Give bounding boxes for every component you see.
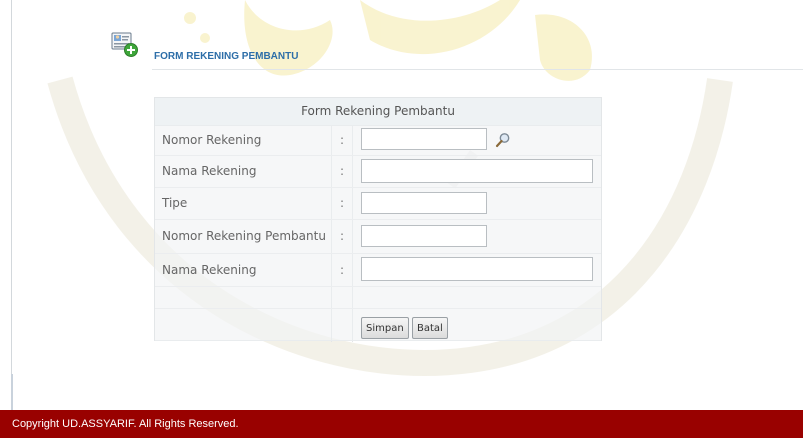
label-colon: : <box>339 196 345 210</box>
form-panel: Form Rekening Pembantu Nomor Rekening : … <box>154 97 602 342</box>
form-row-nomor-rekening: Nomor Rekening : <box>155 125 601 156</box>
form-row-nomor-rekening-pembantu: Nomor Rekening Pembantu : <box>155 219 601 254</box>
nama-rekening-input[interactable] <box>361 159 593 183</box>
label-colon: : <box>339 133 345 147</box>
footer-bar: Copyright UD.ASSYARIF. All Rights Reserv… <box>0 410 803 438</box>
label-nomor-rekening: Nomor Rekening <box>162 133 262 147</box>
form-row-tipe: Tipe : <box>155 187 601 220</box>
left-border-accent <box>11 374 13 410</box>
cancel-button[interactable]: Batal <box>412 317 448 339</box>
label-nomor-rekening-pembantu: Nomor Rekening Pembantu <box>162 229 326 243</box>
label-colon: : <box>339 229 345 243</box>
label-nama-rekening: Nama Rekening <box>162 164 257 178</box>
form-row-actions: Simpan Batal <box>155 308 601 341</box>
save-button[interactable]: Simpan <box>361 317 409 339</box>
title-divider <box>152 69 803 70</box>
label-nama-rekening-2: Nama Rekening <box>162 262 257 277</box>
search-icon[interactable] <box>495 132 511 148</box>
form-row-nama-rekening-2: Nama Rekening : <box>155 253 601 287</box>
nomor-rekening-pembantu-input[interactable] <box>361 225 487 247</box>
left-border <box>11 0 12 374</box>
footer-copyright: Copyright UD.ASSYARIF. All Rights Reserv… <box>12 418 239 430</box>
add-record-icon <box>111 32 138 57</box>
nomor-rekening-input[interactable] <box>361 128 487 150</box>
page-title: FORM REKENING PEMBANTU <box>154 51 299 62</box>
label-tipe: Tipe <box>162 196 188 210</box>
form-row-spacer <box>155 286 601 309</box>
form-heading: Form Rekening Pembantu <box>155 98 601 126</box>
label-colon: : <box>339 164 345 178</box>
nama-rekening-2-input[interactable] <box>361 257 593 281</box>
form-row-nama-rekening: Nama Rekening : <box>155 155 601 188</box>
tipe-input[interactable] <box>361 192 487 214</box>
label-colon: : <box>339 262 345 277</box>
